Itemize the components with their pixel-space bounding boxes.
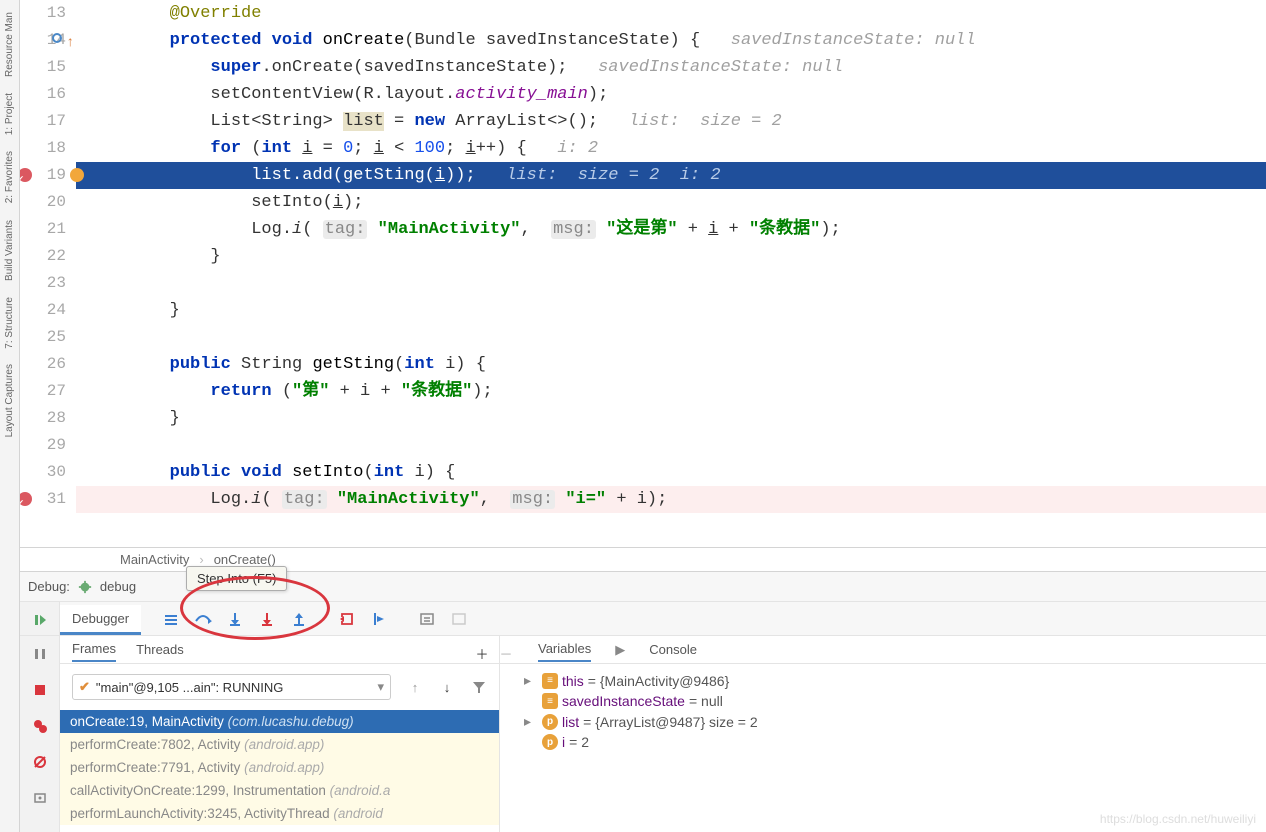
debug-side-controls <box>20 636 60 832</box>
trace-current-stream-icon[interactable] <box>445 605 473 633</box>
frames-panel: Frames Threads ✔ "main"@9,105 ...ain": R… <box>60 636 500 832</box>
mute-breakpoints-button[interactable] <box>26 748 54 776</box>
rail-build-variants[interactable]: Build Variants <box>4 220 15 281</box>
view-breakpoints-button[interactable] <box>26 712 54 740</box>
rail-resources[interactable]: Resource Man <box>4 12 15 77</box>
rail-favorites[interactable]: 2: Favorites <box>4 151 15 203</box>
frame-up-icon[interactable]: ↑ <box>401 673 429 701</box>
stack-frame[interactable]: callActivityOnCreate:1299, Instrumentati… <box>60 779 499 802</box>
run-to-cursor-icon[interactable] <box>365 605 393 633</box>
editor-code[interactable]: @Override protected void onCreate(Bundle… <box>76 0 1266 547</box>
watermark: https://blog.csdn.net/huweiliyi <box>1100 812 1256 826</box>
variable-row[interactable]: p i = 2 <box>508 732 1258 752</box>
tab-variables[interactable]: Variables <box>538 637 591 662</box>
debug-config-name[interactable]: debug <box>100 579 136 594</box>
resume-button[interactable] <box>26 606 54 634</box>
variable-row[interactable]: ▸≡ this = {MainActivity@9486} <box>508 670 1258 691</box>
tab-frames[interactable]: Frames <box>72 637 116 662</box>
tool-window-rail[interactable]: Resource Man 1: Project 2: Favorites Bui… <box>0 0 20 832</box>
debug-panel: Debug: debug Step Into (F5) Debugger <box>20 571 1266 832</box>
breadcrumb-sep: › <box>199 552 203 567</box>
frames-list[interactable]: onCreate:19, MainActivity (com.lucashu.d… <box>60 710 499 832</box>
frame-down-icon[interactable]: ↓ <box>433 673 461 701</box>
stack-frame[interactable]: onCreate:19, MainActivity (com.lucashu.d… <box>60 710 499 733</box>
debug-label: Debug: <box>28 579 70 594</box>
console-icon: ▶ <box>615 642 625 658</box>
stack-frame[interactable]: performCreate:7802, Activity (android.ap… <box>60 733 499 756</box>
step-into-icon[interactable] <box>221 605 249 633</box>
step-over-icon[interactable] <box>189 605 217 633</box>
check-icon: ✔ <box>79 679 90 695</box>
variable-row[interactable]: ≡ savedInstanceState = null <box>508 691 1258 711</box>
tooltip-step-into: Step Into (F5) <box>186 566 287 591</box>
evaluate-expression-icon[interactable] <box>413 605 441 633</box>
settings-button[interactable] <box>26 784 54 812</box>
remove-watch-button[interactable]: － <box>492 639 520 667</box>
stack-frame[interactable]: performLaunchActivity:3245, ActivityThre… <box>60 802 499 825</box>
filter-icon[interactable] <box>465 673 493 701</box>
step-out-icon[interactable] <box>285 605 313 633</box>
variables-list[interactable]: ▸≡ this = {MainActivity@9486}≡ savedInst… <box>500 664 1266 832</box>
rail-project[interactable]: 1: Project <box>4 93 15 135</box>
thread-selector[interactable]: ✔ "main"@9,105 ...ain": RUNNING ▾ <box>72 674 391 700</box>
breadcrumb-item[interactable]: MainActivity <box>120 552 189 567</box>
code-editor[interactable]: 1314↑1516171819✔202122232425262728293031… <box>20 0 1266 547</box>
debug-header: Debug: debug Step Into (F5) <box>20 572 1266 602</box>
thread-name: "main"@9,105 ...ain": RUNNING <box>96 680 283 695</box>
rail-structure[interactable]: 7: Structure <box>4 297 15 349</box>
bug-icon <box>78 580 92 594</box>
debug-run-controls <box>20 602 60 635</box>
tab-threads[interactable]: Threads <box>136 638 184 661</box>
rail-layout-captures[interactable]: Layout Captures <box>4 364 15 437</box>
variable-row[interactable]: ▸p list = {ArrayList@9487} size = 2 <box>508 711 1258 732</box>
tab-console[interactable]: Console <box>649 638 697 661</box>
variables-panel: ＋ － Variables ▶ Console ▸≡ this = {MainA… <box>500 636 1266 832</box>
stack-frame[interactable]: performCreate:7791, Activity (android.ap… <box>60 756 499 779</box>
stop-button[interactable] <box>26 676 54 704</box>
debug-toolbar: Debugger <box>20 602 1266 636</box>
pause-button[interactable] <box>26 640 54 668</box>
show-execution-point-icon[interactable] <box>157 605 185 633</box>
breadcrumb-item[interactable]: onCreate() <box>214 552 276 567</box>
chevron-down-icon: ▾ <box>377 679 384 695</box>
drop-frame-icon[interactable] <box>333 605 361 633</box>
editor-gutter[interactable]: 1314↑1516171819✔202122232425262728293031… <box>20 0 76 547</box>
tab-debugger[interactable]: Debugger <box>60 605 141 635</box>
force-step-into-icon[interactable] <box>253 605 281 633</box>
